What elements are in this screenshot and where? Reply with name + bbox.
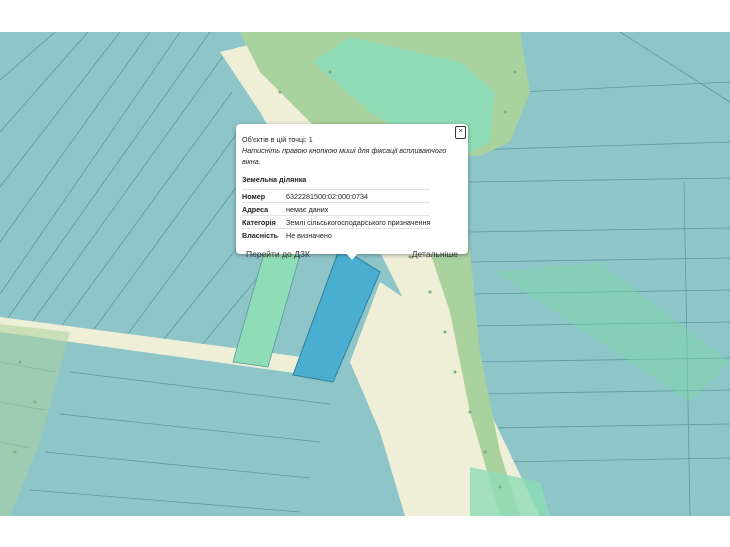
properties-table: Номер 6322281500:02:000:0734 Адреса нема…	[242, 189, 431, 241]
table-row: Номер 6322281500:02:000:0734	[242, 189, 431, 203]
pin-hint: Натисніть правою кнопкою миші для фіксац…	[242, 146, 447, 166]
feature-info-popup: × Об'єктів в цій точці: 1 Натисніть прав…	[236, 124, 468, 260]
close-popup-button[interactable]: ×	[455, 126, 466, 139]
table-row: Категорія Землі сільськогосподарського п…	[242, 215, 431, 229]
prop-key: Адреса	[242, 202, 286, 216]
prop-value: Не визначено	[286, 228, 431, 241]
prop-key: Номер	[242, 189, 286, 203]
map-canvas[interactable]	[0, 32, 730, 516]
prop-value: 6322281500:02:000:0734	[286, 189, 431, 203]
prop-key: Власність	[242, 228, 286, 241]
popup-tip	[346, 253, 358, 260]
goto-dzk-button[interactable]: Перейти до ДЗК	[242, 247, 314, 261]
prop-key: Категорія	[242, 215, 286, 229]
prop-value: немає даних	[286, 202, 431, 216]
objects-count: Об'єктів в цій точці: 1	[242, 135, 313, 144]
details-button[interactable]: Детальніше	[408, 247, 462, 261]
section-title: Земельна ділянка	[242, 175, 307, 184]
table-row: Власність Не визначено	[242, 228, 431, 241]
table-row: Адреса немає даних	[242, 202, 431, 216]
prop-value: Землі сільськогосподарського призначення	[286, 215, 431, 229]
